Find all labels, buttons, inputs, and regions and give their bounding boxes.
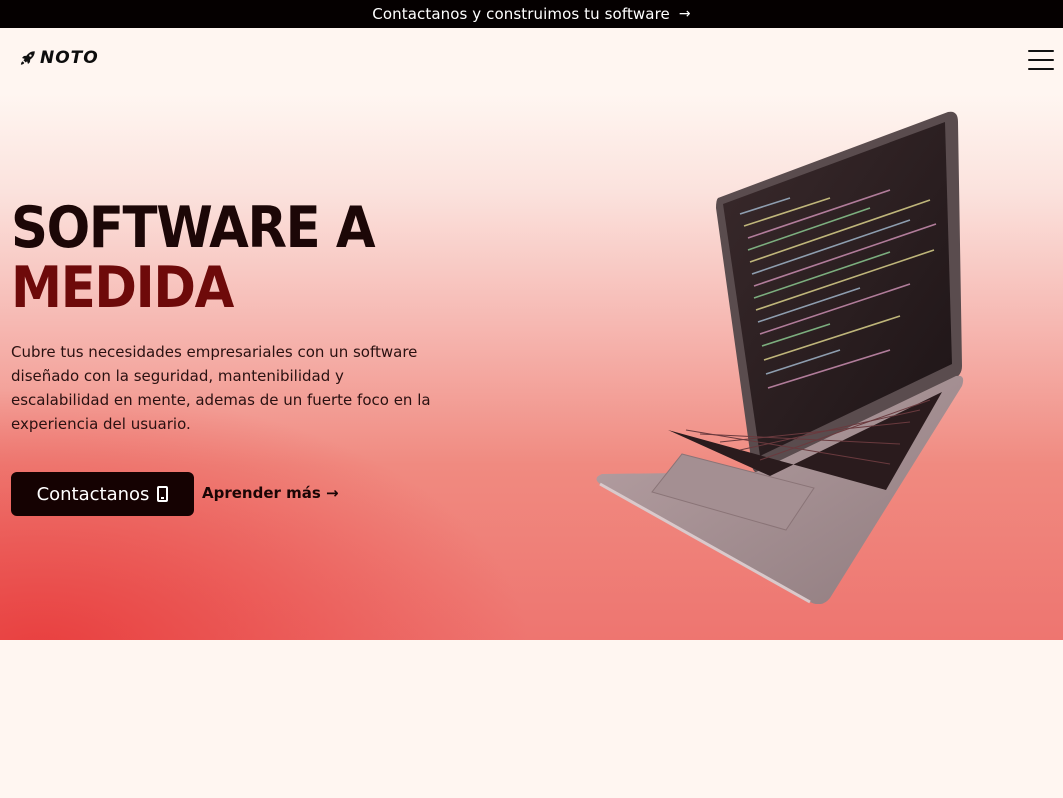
brand-logo[interactable]: NOTO <box>19 48 99 68</box>
content-area <box>0 640 1063 798</box>
hero-title-line1: SOFTWARE A <box>11 195 376 261</box>
contact-button[interactable]: Contactanos <box>11 472 194 516</box>
hero-title-line2: MEDIDA <box>11 255 234 321</box>
hamburger-menu-icon[interactable] <box>1026 48 1056 72</box>
hero-title: SOFTWARE A MEDIDA <box>11 195 376 321</box>
contact-button-label: Contactanos <box>36 483 150 505</box>
hero-description: Cubre tus necesidades empresariales con … <box>11 343 431 433</box>
hero-section: SOFTWARE A MEDIDA Cubre tus necesidades … <box>0 94 1063 640</box>
arrow-right-icon: → <box>678 6 691 22</box>
laptop-with-code-image <box>596 111 964 604</box>
learn-more-link[interactable]: Aprender más → <box>202 484 339 502</box>
announcement-text: Contactanos y construimos tu software <box>372 5 670 23</box>
announcement-bar[interactable]: Contactanos y construimos tu software → <box>0 0 1063 28</box>
navbar: NOTO <box>0 28 1063 94</box>
rocket-icon <box>20 51 35 65</box>
brand-name: NOTO <box>40 48 99 68</box>
smartphone-icon <box>157 486 169 502</box>
